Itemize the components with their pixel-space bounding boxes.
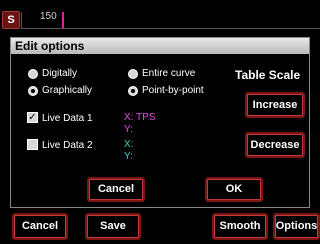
bottom-toolbar: Cancel Save Smooth Options (0, 210, 320, 244)
live-data-2-label: Live Data 2 (42, 140, 93, 151)
position-cursor[interactable] (62, 12, 64, 28)
live-data-1-y: Y: (124, 124, 133, 135)
ruler-line (21, 28, 320, 29)
options-button[interactable]: Options (273, 213, 320, 240)
live-data-2-checkbox[interactable] (27, 139, 38, 150)
live-data-2-y: Y: (124, 151, 133, 162)
live-data-1-checkbox[interactable]: ✓ (27, 112, 38, 123)
dialog-cancel-button[interactable]: Cancel (87, 177, 145, 202)
digitally-label: Digitally (42, 68, 78, 79)
ruler-tick (21, 12, 22, 28)
cancel-button[interactable]: Cancel (12, 213, 68, 240)
dialog-title: Edit options (11, 38, 309, 54)
graphically-radio[interactable] (28, 86, 38, 96)
increase-button[interactable]: Increase (245, 92, 305, 118)
dialog-ok-button[interactable]: OK (205, 177, 263, 202)
entire-curve-radio[interactable] (128, 69, 138, 79)
save-button[interactable]: Save (85, 213, 141, 240)
table-scale-heading: Table Scale (235, 68, 301, 82)
edit-options-dialog: Edit options Digitally Graphically Entir… (10, 37, 310, 208)
graphically-label: Graphically (42, 85, 93, 96)
live-data-1-label: Live Data 1 (42, 113, 93, 124)
decrease-button[interactable]: Decrease (245, 132, 305, 158)
point-by-point-radio[interactable] (128, 86, 138, 96)
digitally-radio[interactable] (28, 69, 38, 79)
live-data-1-x: X: TPS (124, 112, 156, 123)
point-by-point-label: Point-by-point (142, 85, 204, 96)
ruler-value: 150 (40, 11, 57, 22)
top-ruler-bar: S 150 (0, 0, 320, 32)
s-badge[interactable]: S (2, 11, 20, 29)
smooth-button[interactable]: Smooth (212, 213, 268, 240)
live-data-2-x: X: (124, 139, 134, 150)
entire-curve-label: Entire curve (142, 68, 196, 79)
